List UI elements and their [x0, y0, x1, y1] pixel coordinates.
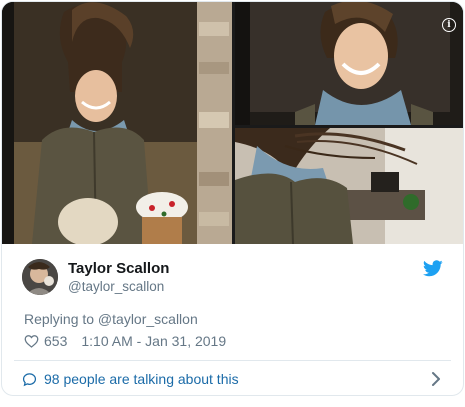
tweet-media-grid: i: [2, 2, 463, 244]
speech-bubble-icon: [22, 372, 37, 386]
twitter-bird-icon[interactable]: [423, 260, 443, 277]
avatar-image: [22, 259, 58, 295]
chevron-right-icon[interactable]: [431, 371, 441, 387]
tweet-photo-1[interactable]: [2, 2, 232, 244]
like-count: 653: [44, 333, 68, 349]
tweet-timestamp[interactable]: 1:10 AM - Jan 31, 2019: [81, 333, 226, 349]
tweet-photo-3[interactable]: [235, 128, 463, 244]
author-name[interactable]: Taylor Scallon: [68, 260, 169, 277]
replying-to-text[interactable]: Replying to @taylor_scallon: [24, 311, 198, 327]
tweet-photo-2[interactable]: [235, 2, 463, 125]
author-handle[interactable]: @taylor_scallon: [68, 279, 164, 294]
divider: [14, 360, 451, 361]
tweet-card: i Taylor Scallon @taylor_scallon Replyin…: [1, 1, 464, 396]
author-avatar[interactable]: [22, 259, 58, 295]
conversation-link[interactable]: 98 people are talking about this: [22, 369, 239, 389]
photo-1-image: [2, 2, 232, 244]
heart-icon[interactable]: [24, 334, 39, 348]
talking-text[interactable]: 98 people are talking about this: [44, 371, 239, 387]
tweet-meta-row: 653 1:10 AM - Jan 31, 2019: [24, 332, 226, 350]
photo-2-image: [235, 2, 463, 125]
photo-3-image: [235, 128, 463, 244]
info-icon[interactable]: i: [442, 18, 456, 32]
